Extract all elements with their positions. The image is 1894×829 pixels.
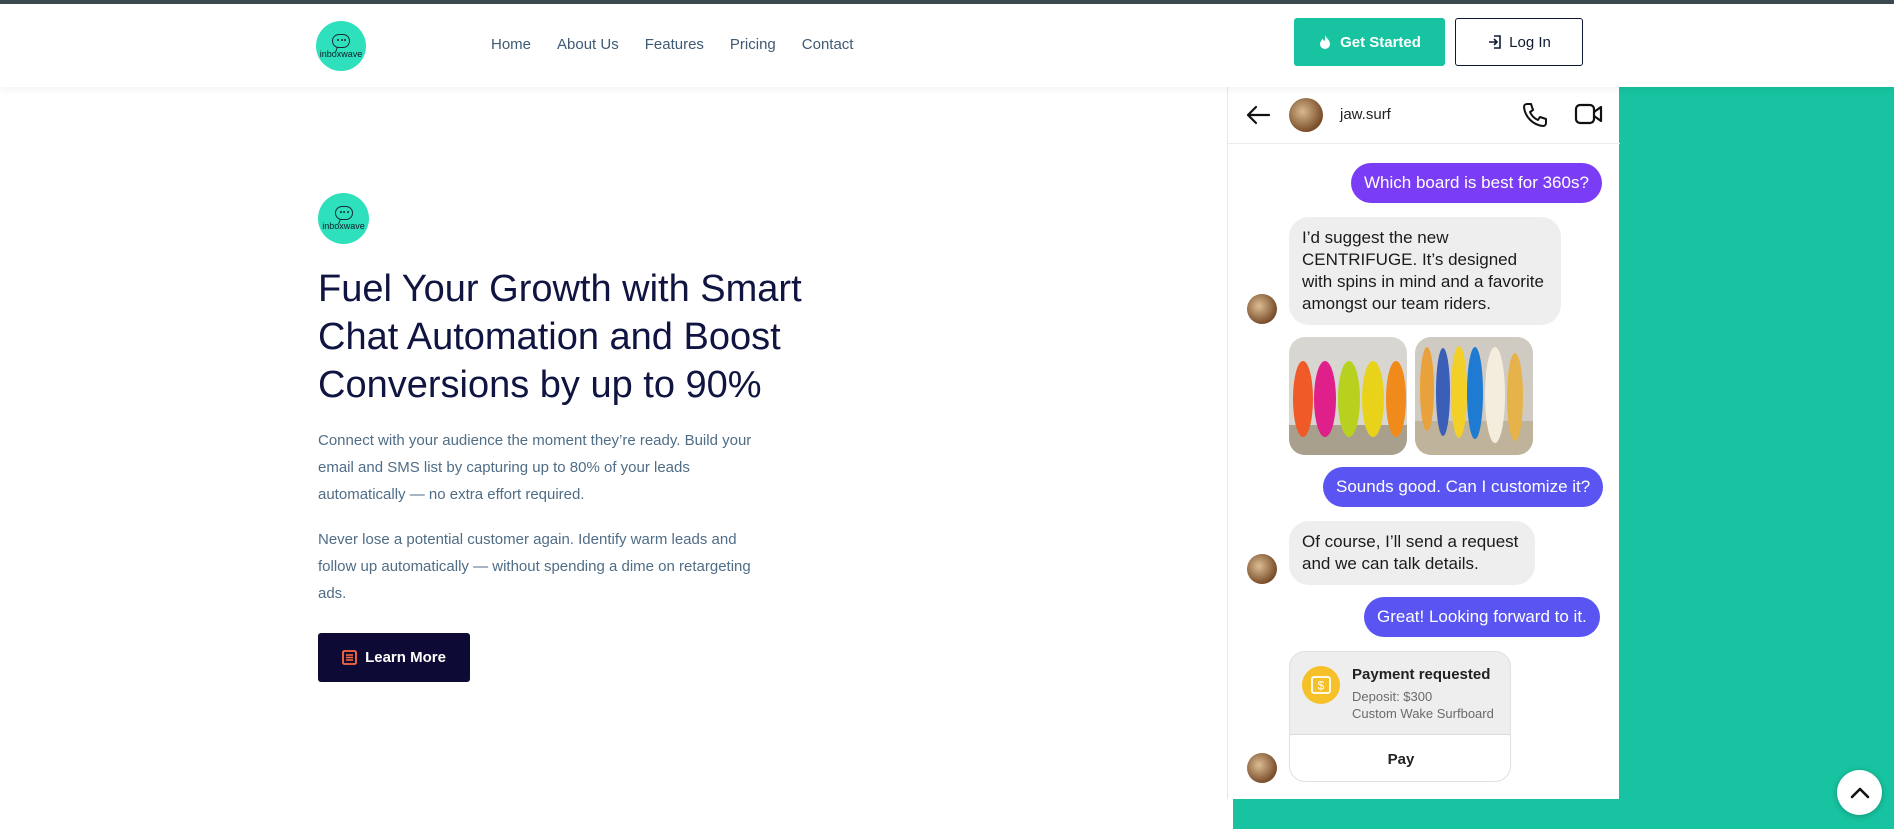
site-header: inboxwave Home About Us Features Pricing… (0, 4, 1894, 87)
payment-deposit: Deposit: $300 (1352, 689, 1433, 704)
chat-mockup: jaw.surf Which board is best for 360s? I… (1227, 87, 1620, 799)
green-backdrop-bottom (1233, 799, 1633, 829)
login-label: Log In (1509, 33, 1551, 51)
green-backdrop (1619, 87, 1894, 829)
get-started-button[interactable]: Get Started (1294, 18, 1445, 66)
chat-bubble-icon (334, 206, 353, 220)
avatar (1289, 98, 1323, 132)
surfboard-photo-1[interactable] (1289, 337, 1407, 455)
nav-about-us[interactable]: About Us (557, 36, 619, 53)
chat-username: jaw.surf (1340, 106, 1391, 123)
payment-item: Custom Wake Surfboard (1352, 706, 1494, 721)
sign-in-icon (1489, 35, 1501, 49)
nav-home[interactable]: Home (491, 36, 531, 53)
message-in-2: Of course, I’ll send a request and we ca… (1289, 521, 1535, 585)
avatar (1247, 554, 1277, 584)
phone-call-icon[interactable] (1521, 101, 1549, 129)
hero-brand-logo: inboxwave (318, 193, 369, 244)
hero-paragraph-1: Connect with your audience the moment th… (318, 432, 752, 503)
dollar-coin-icon: $ (1302, 666, 1340, 704)
message-out-2: Sounds good. Can I customize it? (1323, 467, 1604, 507)
nav-features[interactable]: Features (645, 36, 704, 53)
message-out-3: Great! Looking forward to it. (1364, 597, 1600, 637)
login-button[interactable]: Log In (1455, 18, 1583, 66)
message-in-1: I’d suggest the new CENTRIFUGE. It’s des… (1289, 217, 1561, 325)
payment-title: Payment requested (1352, 666, 1491, 683)
avatar (1247, 753, 1277, 783)
chat-bubble-icon (332, 33, 350, 48)
learn-more-label: Learn More (365, 649, 446, 666)
hero-title: Fuel Your Growth with Smart Chat Automat… (318, 268, 802, 406)
back-arrow-icon[interactable] (1245, 103, 1271, 127)
list-icon (342, 650, 357, 665)
main-nav: Home About Us Features Pricing Contact (491, 36, 853, 53)
get-started-label: Get Started (1340, 33, 1421, 51)
chat-header: jaw.surf (1228, 87, 1620, 144)
payment-request-card: $ Payment requested Deposit: $300 Custom… (1289, 651, 1511, 782)
scroll-to-top-button[interactable] (1837, 770, 1882, 815)
flame-icon (1320, 35, 1331, 49)
surfboard-photo-2[interactable] (1415, 337, 1533, 455)
surfboards-image (1415, 337, 1533, 455)
video-call-icon[interactable] (1574, 102, 1604, 126)
learn-more-button[interactable]: Learn More (318, 633, 470, 682)
message-out-1: Which board is best for 360s? (1351, 163, 1602, 203)
brand-logo[interactable]: inboxwave (316, 21, 366, 71)
nav-pricing[interactable]: Pricing (730, 36, 776, 53)
hero-paragraph-2: Never lose a potential customer again. I… (318, 531, 751, 602)
pay-button[interactable]: Pay (1290, 734, 1510, 781)
surfboards-image (1289, 337, 1407, 455)
avatar (1247, 294, 1277, 324)
svg-text:$: $ (1318, 679, 1325, 693)
nav-contact[interactable]: Contact (802, 36, 854, 53)
chevron-up-icon (1850, 787, 1869, 798)
